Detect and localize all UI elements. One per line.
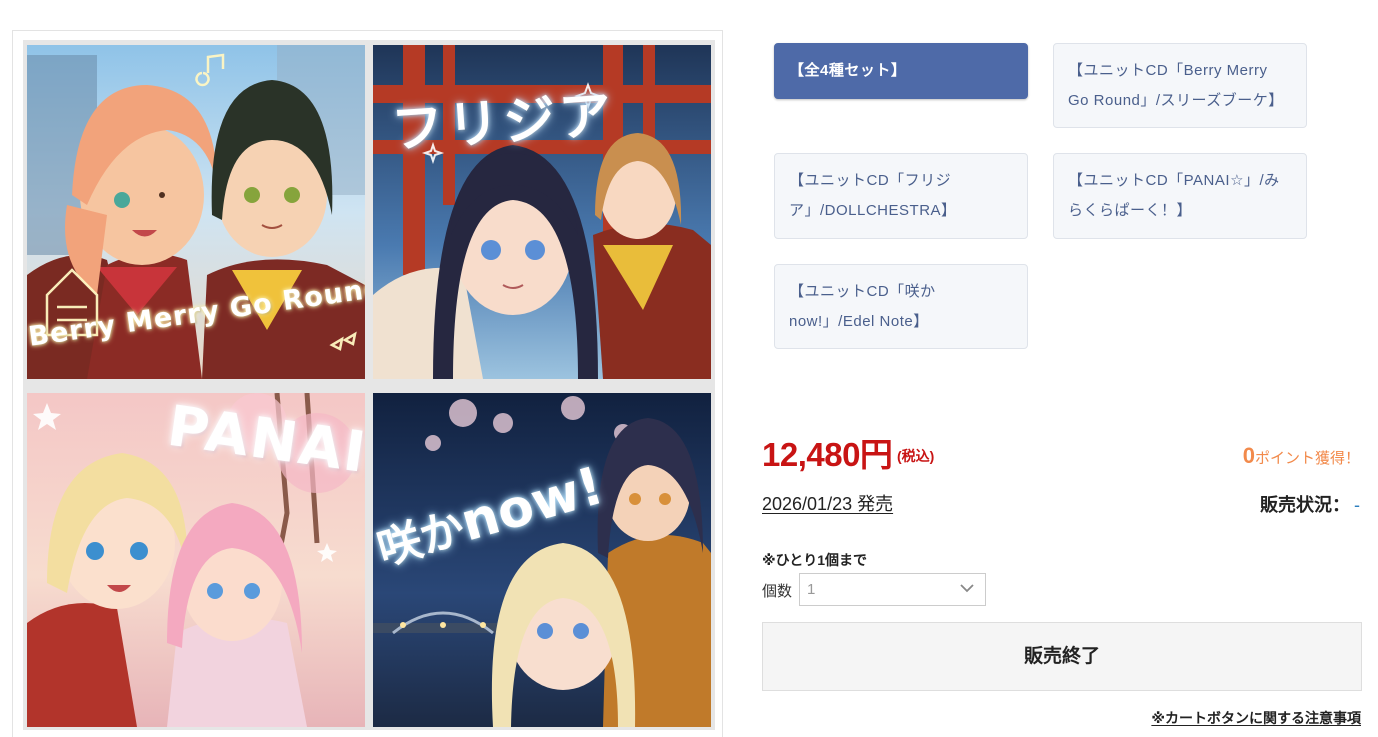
variant-berry-merry-go-round[interactable]: 【ユニットCD「Berry Merry Go Round」/スリーズブーケ】 — [1053, 43, 1307, 128]
jacket-freesia: フリジア — [373, 45, 711, 379]
quantity-label: 個数 — [762, 583, 793, 600]
variant-panai[interactable]: 【ユニットCD「PANAI☆」/みらくらぱーく！】 — [1053, 153, 1307, 239]
jacket-panai: PANAI☆ — [27, 393, 365, 727]
chevron-down-icon — [960, 584, 974, 593]
price: 12,480円 — [762, 436, 893, 473]
variant-set-of-4[interactable]: 【全4種セット】 — [774, 43, 1028, 99]
jacket-berry-merry-go-round: Berry Merry Go Round — [27, 45, 365, 379]
cart-button-sold-out[interactable]: 販売終了 — [762, 622, 1362, 691]
jacket-sakika-now: 咲かnow! — [373, 393, 711, 727]
purchase-limit-note: ※ひとり1個まで — [762, 552, 867, 568]
quantity-select[interactable]: 1 — [799, 573, 986, 606]
sales-status-label: 販売状況： — [1260, 495, 1350, 515]
points-earned: 0ポイント獲得！ — [1243, 443, 1360, 469]
sales-status: 販売状況： - — [1260, 491, 1360, 517]
jacket-freesia-title: フリジア — [389, 85, 618, 161]
points-value: 0 — [1242, 443, 1255, 468]
quantity-value: 1 — [807, 581, 816, 598]
variant-sakika-now[interactable]: 【ユニットCD「咲かnow!」/Edel Note】 — [774, 264, 1028, 349]
sales-status-value: - — [1354, 495, 1360, 515]
cart-notice-link[interactable]: ※カートボタンに関する注意事項 — [1151, 708, 1361, 728]
product-image-frame: Berry Merry Go Round フリジア PANAI☆ 咲かnow! — [12, 30, 723, 737]
product-image[interactable]: Berry Merry Go Round フリジア PANAI☆ 咲かnow! — [23, 40, 715, 730]
price-tax-note: (税込) — [897, 448, 935, 464]
points-suffix: ポイント獲得！ — [1254, 450, 1360, 467]
variant-freesia[interactable]: 【ユニットCD「フリジア」/DOLLCHESTRA】 — [774, 153, 1028, 239]
release-date: 2026/01/23 発売 — [762, 494, 894, 514]
